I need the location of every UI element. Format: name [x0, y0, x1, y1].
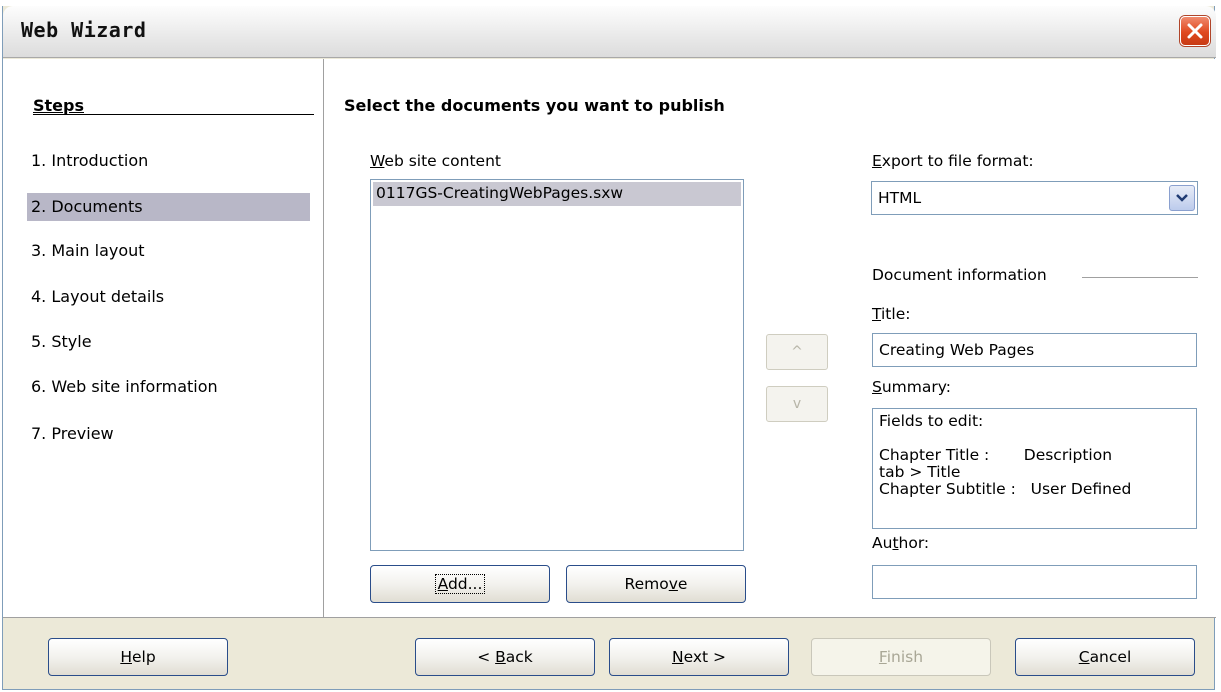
summary-line: Chapter Title : Description [879, 446, 1113, 464]
step-preview[interactable]: 7. Preview [27, 420, 310, 448]
footer-divider [3, 617, 1216, 618]
steps-pane: Steps 1. Introduction 2. Documents 3. Ma… [3, 59, 324, 617]
author-label-pre: Au [872, 534, 893, 552]
steps-divider [33, 114, 314, 115]
step-layout-details[interactable]: 4. Layout details [27, 283, 310, 311]
web-site-content-label: Web site content [370, 152, 501, 170]
move-down-icon: v [792, 396, 802, 412]
help-label-key: H [120, 648, 132, 666]
back-label-pre: < [477, 648, 496, 666]
web-wizard-dialog: Web Wizard Steps 1. Introduction 2. Docu… [2, 6, 1216, 690]
help-button[interactable]: Help [48, 638, 228, 676]
back-label-rest: ack [505, 648, 533, 666]
add-button[interactable]: Add... [370, 565, 550, 603]
summary-line [879, 430, 1179, 447]
export-format-value: HTML [878, 189, 922, 207]
close-icon [1187, 23, 1203, 39]
step-documents[interactable]: 2. Documents [27, 193, 310, 221]
author-label: Author: [872, 534, 929, 552]
document-information-label: Document information [872, 266, 1047, 284]
cancel-button[interactable]: Cancel [1015, 638, 1195, 676]
web-site-content-label-rest: eb site content [384, 152, 501, 170]
step-introduction[interactable]: 1. Introduction [27, 147, 310, 175]
finish-label-rest: inish [886, 648, 924, 666]
page-heading: Select the documents you want to publish [344, 96, 725, 115]
remove-button[interactable]: Remove [566, 565, 746, 603]
add-label-key: A [437, 575, 448, 593]
step-web-site-information[interactable]: 6. Web site information [27, 373, 310, 401]
step-main-layout[interactable]: 3. Main layout [27, 237, 310, 265]
group-divider [1082, 277, 1198, 278]
remove-label-rest: e [677, 575, 688, 593]
next-label-key: N [671, 648, 684, 666]
back-button[interactable]: < Back [415, 638, 595, 676]
summary-line: Chapter Subtitle : User Defined [879, 480, 1132, 498]
export-format-label-key: E [872, 152, 882, 170]
summary-label-key: S [872, 378, 882, 396]
finish-label-key: F [878, 648, 887, 666]
move-up-icon: ^ [791, 344, 803, 360]
add-label-rest: dd... [447, 575, 483, 593]
export-format-label-rest: xport to file format: [881, 152, 1034, 170]
author-field[interactable] [872, 565, 1197, 599]
title-field[interactable]: Creating Web Pages [872, 333, 1197, 367]
title-label-rest: itle: [881, 305, 911, 323]
list-item[interactable]: 0117GS-CreatingWebPages.sxw [373, 182, 741, 206]
close-button[interactable] [1180, 16, 1210, 46]
finish-button[interactable]: Finish [811, 638, 991, 676]
title-label: Title: [872, 305, 910, 323]
content-pane: Select the documents you want to publish… [324, 59, 1216, 617]
add-button-focus: Add... [434, 574, 486, 594]
steps-title: Steps [33, 96, 84, 115]
next-label-rest: ext > [683, 648, 727, 666]
export-format-label: Export to file format: [872, 152, 1034, 170]
help-label-rest: elp [131, 648, 156, 666]
cancel-label-key: C [1078, 648, 1090, 666]
move-down-button[interactable]: v [766, 386, 828, 422]
summary-label: Summary: [872, 378, 951, 396]
summary-text: Fields to edit: Chapter Title : Descript… [879, 413, 1179, 498]
summary-label-rest: ummary: [881, 378, 952, 396]
title-label-key: T [872, 305, 881, 323]
cancel-label-rest: ancel [1089, 648, 1132, 666]
next-button[interactable]: Next > [609, 638, 789, 676]
chevron-down-icon [1176, 194, 1188, 202]
web-site-content-label-key: W [370, 152, 385, 170]
move-up-button[interactable]: ^ [766, 334, 828, 370]
step-style[interactable]: 5. Style [27, 328, 310, 356]
author-label-rest: hor: [898, 534, 930, 552]
window-title: Web Wizard [21, 18, 147, 42]
dropdown-button[interactable] [1169, 185, 1195, 211]
summary-line: tab > Title [879, 463, 961, 481]
summary-field[interactable]: Fields to edit: Chapter Title : Descript… [872, 408, 1197, 529]
remove-label-pre: Remo [624, 575, 669, 593]
export-format-select[interactable]: HTML [871, 181, 1198, 215]
remove-label-key: v [668, 575, 678, 593]
title-bar: Web Wizard [3, 6, 1216, 58]
back-label-key: B [495, 648, 506, 666]
summary-line: Fields to edit: [879, 412, 984, 430]
web-site-content-list[interactable]: 0117GS-CreatingWebPages.sxw [370, 179, 744, 551]
